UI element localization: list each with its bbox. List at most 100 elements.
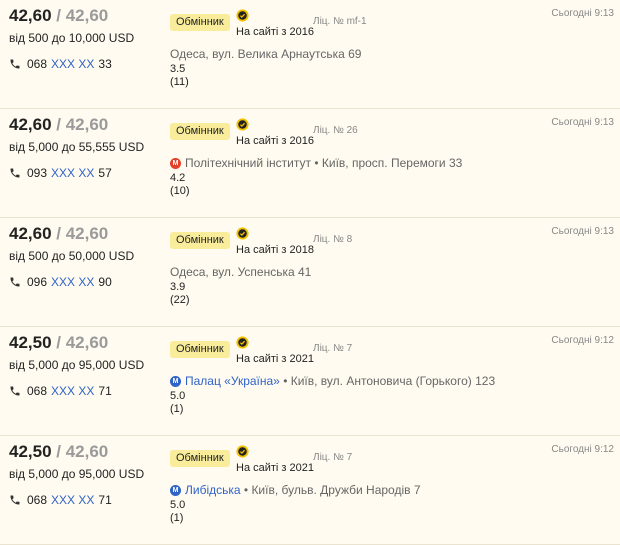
- location: Одеса, вул. Велика Арнаутська 69: [170, 47, 361, 61]
- reviews-count[interactable]: (22): [170, 294, 190, 306]
- updated-time: Сьогодні 9:13: [551, 8, 614, 19]
- reviews-count[interactable]: (10): [170, 185, 190, 197]
- license-number: Ліц. № 7: [313, 452, 353, 463]
- location: Політехнічний інститут • Київ, просп. Пе…: [170, 156, 462, 170]
- phone-prefix: 096: [27, 275, 48, 289]
- sell-rate: 42,60: [65, 442, 109, 461]
- sell-rate: 42,60: [65, 224, 109, 243]
- location: Либідська • Київ, бульв. Дружби Народів …: [170, 483, 421, 497]
- rate-separator: /: [51, 115, 66, 134]
- phone-suffix: 71: [98, 493, 112, 507]
- phone-suffix: 57: [98, 166, 112, 180]
- exchanger-badge[interactable]: Обмінник: [170, 450, 230, 467]
- offer-card[interactable]: 42,50 / 42,60 від 5,000 до 95,000 USD 06…: [0, 327, 620, 436]
- offer-card[interactable]: 42,60 / 42,60 від 5,000 до 55,555 USD 09…: [0, 109, 620, 218]
- metro-station-link[interactable]: Політехнічний інститут: [185, 156, 311, 170]
- sell-rate: 42,60: [65, 6, 109, 25]
- sell-rate: 42,60: [65, 333, 109, 352]
- address-text: Одеса, вул. Велика Арнаутська 69: [170, 47, 362, 61]
- buy-rate: 42,60: [9, 115, 52, 134]
- phone-prefix: 068: [27, 384, 48, 398]
- buy-rate: 42,60: [9, 224, 52, 243]
- phone-number[interactable]: 068 XXX XX 33: [9, 57, 112, 71]
- rate-separator: /: [51, 224, 66, 243]
- rating-value: 3.5: [170, 63, 186, 75]
- on-site-since: На сайті з 2016: [236, 26, 314, 38]
- buy-rate: 42,50: [9, 442, 52, 461]
- phone-icon: [10, 168, 20, 178]
- rating-value: 4.2: [170, 172, 186, 184]
- address-text: Київ, вул. Антоновича (Горького) 123: [290, 374, 496, 388]
- phone-number[interactable]: 096 XXX XX 90: [9, 275, 112, 289]
- phone-prefix: 068: [27, 57, 48, 71]
- sell-rate: 42,60: [65, 115, 109, 134]
- show-phone-link[interactable]: XXX XX: [51, 275, 94, 289]
- license-number: Ліц. № 7: [313, 343, 353, 354]
- exchange-rate: 42,60 / 42,60: [9, 115, 108, 135]
- phone-prefix: 068: [27, 493, 48, 507]
- verified-check-icon: [236, 9, 249, 22]
- offer-card[interactable]: 42,60 / 42,60 від 500 до 50,000 USD 096 …: [0, 218, 620, 327]
- rating-value: 5.0: [170, 499, 186, 511]
- on-site-since: На сайті з 2018: [236, 244, 314, 256]
- show-phone-link[interactable]: XXX XX: [51, 384, 94, 398]
- address-text: Київ, бульв. Дружби Народів 7: [251, 483, 421, 497]
- phone-icon: [10, 386, 20, 396]
- reviews-count[interactable]: (11): [170, 76, 189, 88]
- rating-value: 3.9: [170, 281, 186, 293]
- exchange-rate: 42,60 / 42,60: [9, 224, 108, 244]
- verified-check-icon: [236, 336, 249, 349]
- amount-range: від 5,000 до 95,000 USD: [9, 358, 145, 372]
- metro-icon: [170, 375, 181, 387]
- location: Одеса, вул. Успенська 41: [170, 265, 311, 279]
- exchange-rate: 42,50 / 42,60: [9, 333, 108, 353]
- buy-rate: 42,50: [9, 333, 52, 352]
- verified-check-icon: [236, 227, 249, 240]
- updated-time: Сьогодні 9:12: [551, 444, 614, 455]
- metro-separator: •: [311, 156, 322, 170]
- exchange-rate: 42,50 / 42,60: [9, 442, 108, 462]
- amount-range: від 500 до 50,000 USD: [9, 249, 135, 263]
- license-number: Ліц. № 8: [313, 234, 353, 245]
- phone-number[interactable]: 068 XXX XX 71: [9, 384, 112, 398]
- exchanger-badge[interactable]: Обмінник: [170, 341, 230, 358]
- metro-separator: •: [279, 374, 291, 388]
- offer-card[interactable]: 42,60 / 42,60 від 500 до 10,000 USD 068 …: [0, 0, 620, 109]
- license-number: Ліц. № mf-1: [313, 16, 367, 27]
- phone-number[interactable]: 093 XXX XX 57: [9, 166, 112, 180]
- metro-station-link[interactable]: Либідська: [185, 483, 241, 497]
- offer-card[interactable]: 42,50 / 42,60 від 5,000 до 95,000 USD 06…: [0, 436, 620, 545]
- phone-icon: [10, 59, 20, 69]
- buy-rate: 42,60: [9, 6, 52, 25]
- exchanger-badge[interactable]: Обмінник: [170, 123, 230, 140]
- rate-separator: /: [51, 6, 66, 25]
- verified-check-icon: [236, 445, 249, 458]
- updated-time: Сьогодні 9:12: [551, 335, 614, 346]
- exchanger-badge[interactable]: Обмінник: [170, 232, 230, 249]
- rate-separator: /: [51, 333, 66, 352]
- on-site-since: На сайті з 2021: [236, 353, 314, 365]
- show-phone-link[interactable]: XXX XX: [51, 166, 94, 180]
- on-site-since: На сайті з 2021: [236, 462, 314, 474]
- show-phone-link[interactable]: XXX XX: [51, 57, 94, 71]
- metro-separator: •: [240, 483, 252, 497]
- rate-separator: /: [51, 442, 66, 461]
- phone-suffix: 90: [98, 275, 112, 289]
- updated-time: Сьогодні 9:13: [551, 226, 614, 237]
- phone-suffix: 71: [98, 384, 112, 398]
- exchanger-badge[interactable]: Обмінник: [170, 14, 230, 31]
- phone-icon: [10, 495, 20, 505]
- verified-check-icon: [236, 118, 249, 131]
- rating-value: 5.0: [170, 390, 186, 402]
- reviews-count[interactable]: (1): [170, 512, 183, 524]
- show-phone-link[interactable]: XXX XX: [51, 493, 94, 507]
- reviews-count[interactable]: (1): [170, 403, 183, 415]
- metro-station-link[interactable]: Палац «Україна»: [185, 374, 280, 388]
- location: Палац «Україна» • Київ, вул. Антоновича …: [170, 374, 495, 388]
- address-text: Одеса, вул. Успенська 41: [170, 265, 312, 279]
- offers-list: 42,60 / 42,60 від 500 до 10,000 USD 068 …: [0, 0, 620, 545]
- amount-range: від 500 до 10,000 USD: [9, 31, 135, 45]
- phone-number[interactable]: 068 XXX XX 71: [9, 493, 112, 507]
- phone-prefix: 093: [27, 166, 48, 180]
- metro-icon: [170, 484, 181, 496]
